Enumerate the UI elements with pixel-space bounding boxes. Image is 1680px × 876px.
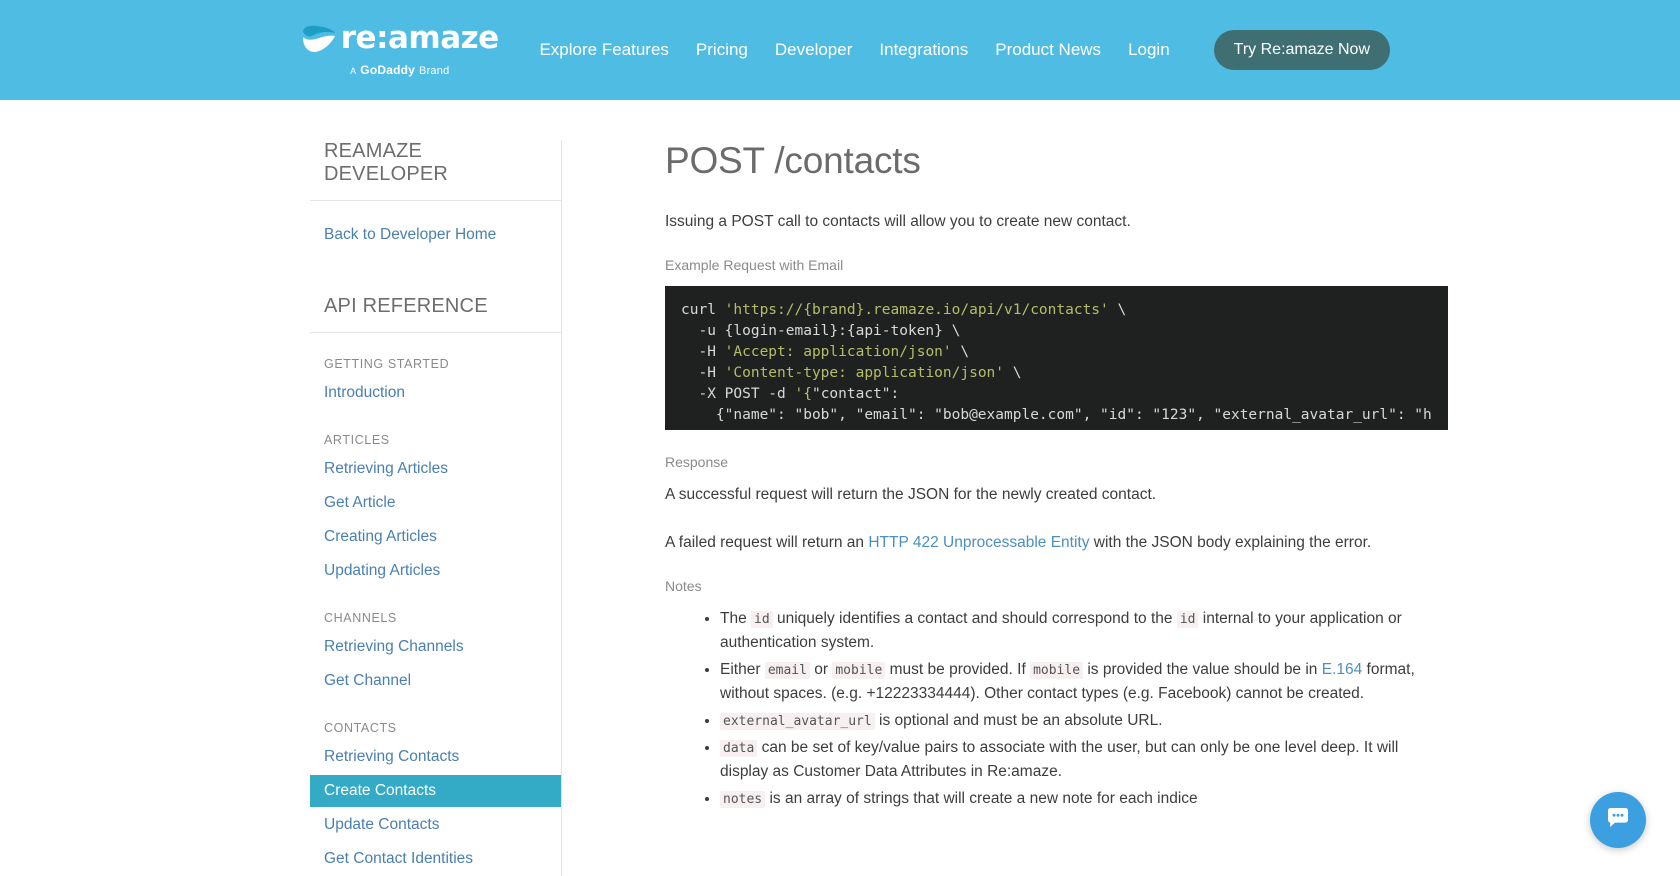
code-accept-string: 'Accept: application/json' — [724, 344, 952, 360]
sidebar-item-creating-articles[interactable]: Creating Articles — [310, 521, 561, 553]
code-contact-key: "contact": — [811, 385, 900, 402]
response-fail-suffix: with the JSON body explaining the error. — [1089, 533, 1372, 551]
sidebar-item-update-contacts[interactable]: Update Contacts — [310, 809, 561, 841]
nav-link-developer[interactable]: Developer — [775, 40, 853, 60]
sidebar-group-channels: CHANNELS — [324, 611, 397, 625]
sidebar-item-create-contacts[interactable]: Create Contacts — [310, 775, 561, 807]
chat-bubble-icon — [1604, 804, 1632, 837]
sidebar-title: REAMAZE DEVELOPER — [310, 140, 561, 201]
brand-tagline: A GoDaddy Brand — [350, 63, 449, 77]
sidebar-group-contacts: CONTACTS — [324, 721, 397, 735]
list-item: notes is an array of strings that will c… — [720, 787, 1448, 811]
page-title: POST /contacts — [665, 140, 921, 181]
nav-link-explore-features[interactable]: Explore Features — [539, 40, 668, 60]
note1-part1: The — [720, 609, 752, 627]
main-navigation: Explore Features Pricing Developer Integ… — [539, 30, 1390, 70]
response-fail-prefix: A failed request will return an — [665, 533, 869, 551]
notes-list: The id uniquely identifies a contact and… — [665, 607, 1448, 811]
code-line-3: -H 'Accept: application/json' \ — [681, 342, 1432, 363]
nav-link-integrations[interactable]: Integrations — [879, 40, 968, 60]
nav-link-product-news[interactable]: Product News — [995, 40, 1101, 60]
tagline-brand: Brand — [419, 65, 450, 77]
sidebar-group-getting-started: GETTING STARTED — [324, 357, 450, 371]
code-payload-open: '{ — [794, 385, 812, 402]
chat-widget-button[interactable] — [1590, 792, 1646, 848]
code-line3-tail: \ — [951, 344, 970, 360]
note1-code-id-2: id — [1176, 610, 1199, 628]
sidebar-item-get-article[interactable]: Get Article — [310, 487, 561, 519]
site-header: re:amaze A GoDaddy Brand Explore Feature… — [0, 0, 1680, 100]
code-accept-flag: -H — [681, 344, 725, 360]
note4-code-data: data — [720, 739, 758, 757]
page-body: REAMAZE DEVELOPER Back to Developer Home… — [0, 100, 1680, 876]
brand-name: re:amaze — [340, 20, 499, 56]
tagline-godaddy: GoDaddy — [360, 63, 416, 77]
sidebar-item-retrieving-articles[interactable]: Retrieving Articles — [310, 453, 561, 485]
note2-code-mobile-2: mobile — [1030, 661, 1084, 679]
try-reamaze-now-button[interactable]: Try Re:amaze Now — [1213, 30, 1390, 70]
code-content-type-flag: -H — [681, 364, 725, 381]
code-url-string: 'https://{brand}.reamaze.io/api/v1/conta… — [724, 302, 1109, 319]
notes-label: Notes — [665, 577, 702, 594]
tagline-a: A — [350, 66, 357, 76]
sidebar-item-get-contact-identities[interactable]: Get Contact Identities — [310, 843, 561, 875]
sidebar-item-back-to-developer-home[interactable]: Back to Developer Home — [310, 219, 561, 251]
code-content-type-string: 'Content-type: application/json' — [724, 364, 1005, 381]
note2-code-mobile-1: mobile — [832, 661, 886, 679]
sidebar-item-updating-articles[interactable]: Updating Articles — [310, 555, 561, 587]
nav-link-login[interactable]: Login — [1128, 40, 1170, 60]
code-curl-cmd: curl — [681, 302, 725, 319]
note2-part3: must be provided. If — [885, 660, 1031, 678]
code-line4-tail: \ — [1004, 364, 1022, 381]
sidebar-item-introduction[interactable]: Introduction — [310, 377, 561, 409]
note2-part1: Either — [720, 660, 765, 678]
list-item: external_avatar_url is optional and must… — [720, 709, 1448, 733]
code-line-6: {"name": "bob", "email": "bob@example.co… — [681, 406, 1432, 423]
list-item: Either email or mobile must be provided.… — [720, 658, 1448, 706]
note5-part1: is an array of strings that will create … — [765, 789, 1198, 807]
code-line-1: curl 'https://{brand}.reamaze.io/api/v1/… — [681, 300, 1432, 321]
note1-code-id-1: id — [751, 610, 773, 628]
brand-logo[interactable]: re:amaze A GoDaddy Brand — [290, 23, 509, 77]
note2-part4: is provided the value should be in — [1083, 660, 1322, 678]
sidebar-group-articles: ARTICLES — [324, 433, 390, 447]
note1-part2: uniquely identifies a contact and should… — [772, 609, 1177, 627]
http-422-link[interactable]: HTTP 422 Unprocessable Entity — [868, 534, 1089, 551]
sidebar-item-retrieving-channels[interactable]: Retrieving Channels — [310, 631, 561, 663]
response-label: Response — [665, 454, 729, 471]
list-item: The id uniquely identifies a contact and… — [720, 607, 1448, 655]
intro-paragraph: Issuing a POST call to contacts will all… — [665, 213, 1131, 230]
example-request-label: Example Request with Email — [665, 257, 844, 274]
code-line-2: -u {login-email}:{api-token} \ — [681, 323, 961, 340]
sidebar: REAMAZE DEVELOPER Back to Developer Home… — [310, 140, 562, 876]
e164-link[interactable]: E.164 — [1322, 661, 1363, 678]
code-post-flag: -X POST -d — [681, 385, 795, 402]
main-content: POST /contacts Issuing a POST call to co… — [562, 140, 1448, 814]
note2-part2: or — [809, 660, 833, 678]
nav-link-pricing[interactable]: Pricing — [696, 40, 748, 60]
sidebar-item-get-channel[interactable]: Get Channel — [310, 665, 561, 697]
code-line1-tail: \ — [1108, 302, 1127, 319]
code-line-4: -H 'Content-type: application/json' \ — [681, 363, 1432, 384]
curl-code-block[interactable]: curl 'https://{brand}.reamaze.io/api/v1/… — [665, 286, 1448, 431]
sidebar-item-retrieving-contacts[interactable]: Retrieving Contacts — [310, 741, 561, 773]
note5-code-notes: notes — [720, 790, 766, 808]
response-failure-text: A failed request will return an HTTP 422… — [665, 531, 1448, 554]
list-item: data can be set of key/value pairs to as… — [720, 736, 1448, 784]
reamaze-logo-icon — [301, 24, 337, 54]
note4-part1: can be set of key/value pairs to associa… — [720, 738, 1399, 780]
note2-code-email: email — [764, 661, 810, 679]
note3-part1: is optional and must be an absolute URL. — [874, 711, 1163, 729]
code-line-5: -X POST -d '{"contact": — [681, 384, 1432, 405]
sidebar-api-reference-title: API REFERENCE — [310, 295, 561, 333]
response-success-text: A successful request will return the JSO… — [665, 486, 1157, 504]
note3-code-external-avatar-url: external_avatar_url — [720, 712, 875, 730]
